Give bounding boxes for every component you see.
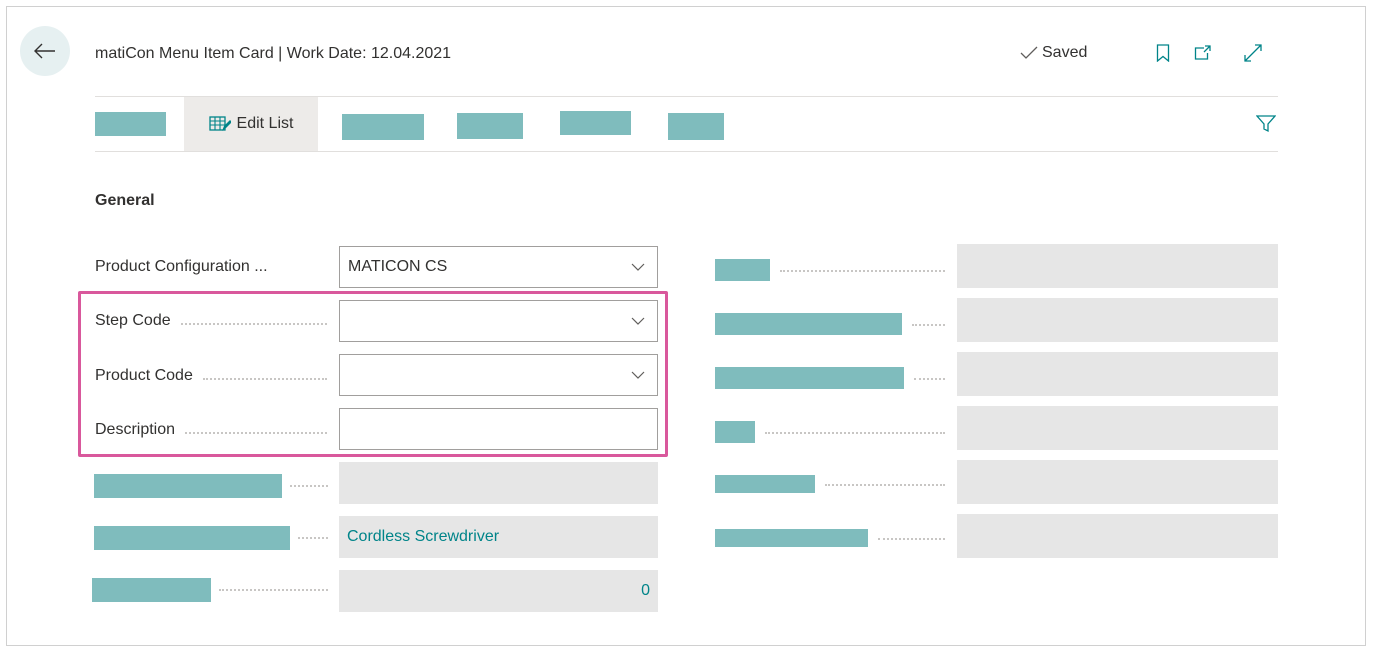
redacted-action[interactable] xyxy=(342,114,424,140)
filter-icon xyxy=(1256,115,1276,133)
redacted-field-label xyxy=(94,526,290,550)
section-title-general: General xyxy=(95,192,155,209)
redacted-field-label xyxy=(715,529,868,547)
leader-dots xyxy=(914,378,945,380)
step-code-label: Step Code xyxy=(95,312,327,330)
chevron-down-icon[interactable] xyxy=(631,317,645,325)
redacted-field-label xyxy=(715,475,815,493)
expand-button[interactable] xyxy=(1242,42,1264,64)
redacted-action[interactable] xyxy=(95,112,166,136)
filter-button[interactable] xyxy=(1254,112,1278,136)
readonly-field xyxy=(957,460,1278,504)
leader-dots xyxy=(219,589,328,591)
edit-list-label: Edit List xyxy=(236,115,294,132)
product-code-label: Product Code xyxy=(95,367,327,385)
leader-dots xyxy=(290,485,328,487)
edit-list-button[interactable]: Edit List xyxy=(184,97,318,151)
step-code-label-text: Step Code xyxy=(95,312,171,329)
product-configuration-label-text: Product Configuration ... xyxy=(95,258,268,275)
open-in-new-window-icon xyxy=(1194,45,1211,60)
edit-list-icon xyxy=(208,116,231,131)
chevron-down-icon[interactable] xyxy=(631,263,645,271)
saved-label: Saved xyxy=(1042,44,1088,61)
page-title: matiCon Menu Item Card | Work Date: 12.0… xyxy=(95,45,452,62)
leader-dots xyxy=(912,324,945,326)
redacted-field-label xyxy=(715,313,902,335)
description-label-text: Description xyxy=(95,421,176,438)
readonly-field xyxy=(339,462,658,504)
redacted-action[interactable] xyxy=(668,113,724,140)
quantity-value[interactable]: 0 xyxy=(641,582,650,600)
redacted-field-label xyxy=(715,367,904,389)
product-configuration-field[interactable]: MATICON CS xyxy=(339,246,658,288)
checkmark-icon xyxy=(1020,46,1038,59)
product-code-label-text: Product Code xyxy=(95,367,193,384)
chevron-down-icon[interactable] xyxy=(631,371,645,379)
back-arrow-icon xyxy=(34,43,55,59)
description-field[interactable] xyxy=(339,408,658,450)
saved-status: Saved xyxy=(1020,44,1087,62)
product-configuration-value: MATICON CS xyxy=(348,258,448,275)
redacted-field-label xyxy=(715,421,755,443)
readonly-field xyxy=(957,514,1278,558)
step-code-field[interactable] xyxy=(339,300,658,342)
readonly-field xyxy=(957,244,1278,288)
redacted-field-label xyxy=(715,259,770,281)
bookmark-icon xyxy=(1156,44,1170,62)
leader-dots xyxy=(825,484,945,486)
back-button[interactable] xyxy=(20,26,70,76)
product-code-field[interactable] xyxy=(339,354,658,396)
leader-dots xyxy=(878,538,945,540)
redacted-field-label xyxy=(94,474,282,498)
leader-dots xyxy=(298,537,328,539)
description-label: Description xyxy=(95,421,327,439)
action-bar: Edit List xyxy=(95,97,1278,151)
item-description-value[interactable]: Cordless Screwdriver xyxy=(347,528,499,546)
open-new-window-button[interactable] xyxy=(1192,42,1214,64)
redacted-action[interactable] xyxy=(560,111,631,135)
expand-icon xyxy=(1244,44,1262,62)
redacted-action[interactable] xyxy=(457,113,523,139)
leader-dots xyxy=(765,432,945,434)
readonly-field xyxy=(957,352,1278,396)
redacted-field-label xyxy=(92,578,211,602)
readonly-field xyxy=(957,406,1278,450)
leader-dots xyxy=(780,270,945,272)
readonly-field xyxy=(957,298,1278,342)
bookmark-button[interactable] xyxy=(1152,42,1174,64)
quantity-field: 0 xyxy=(339,570,658,612)
action-bar-divider xyxy=(95,151,1278,152)
product-configuration-label: Product Configuration ... xyxy=(95,258,325,276)
item-description-field: Cordless Screwdriver xyxy=(339,516,658,558)
